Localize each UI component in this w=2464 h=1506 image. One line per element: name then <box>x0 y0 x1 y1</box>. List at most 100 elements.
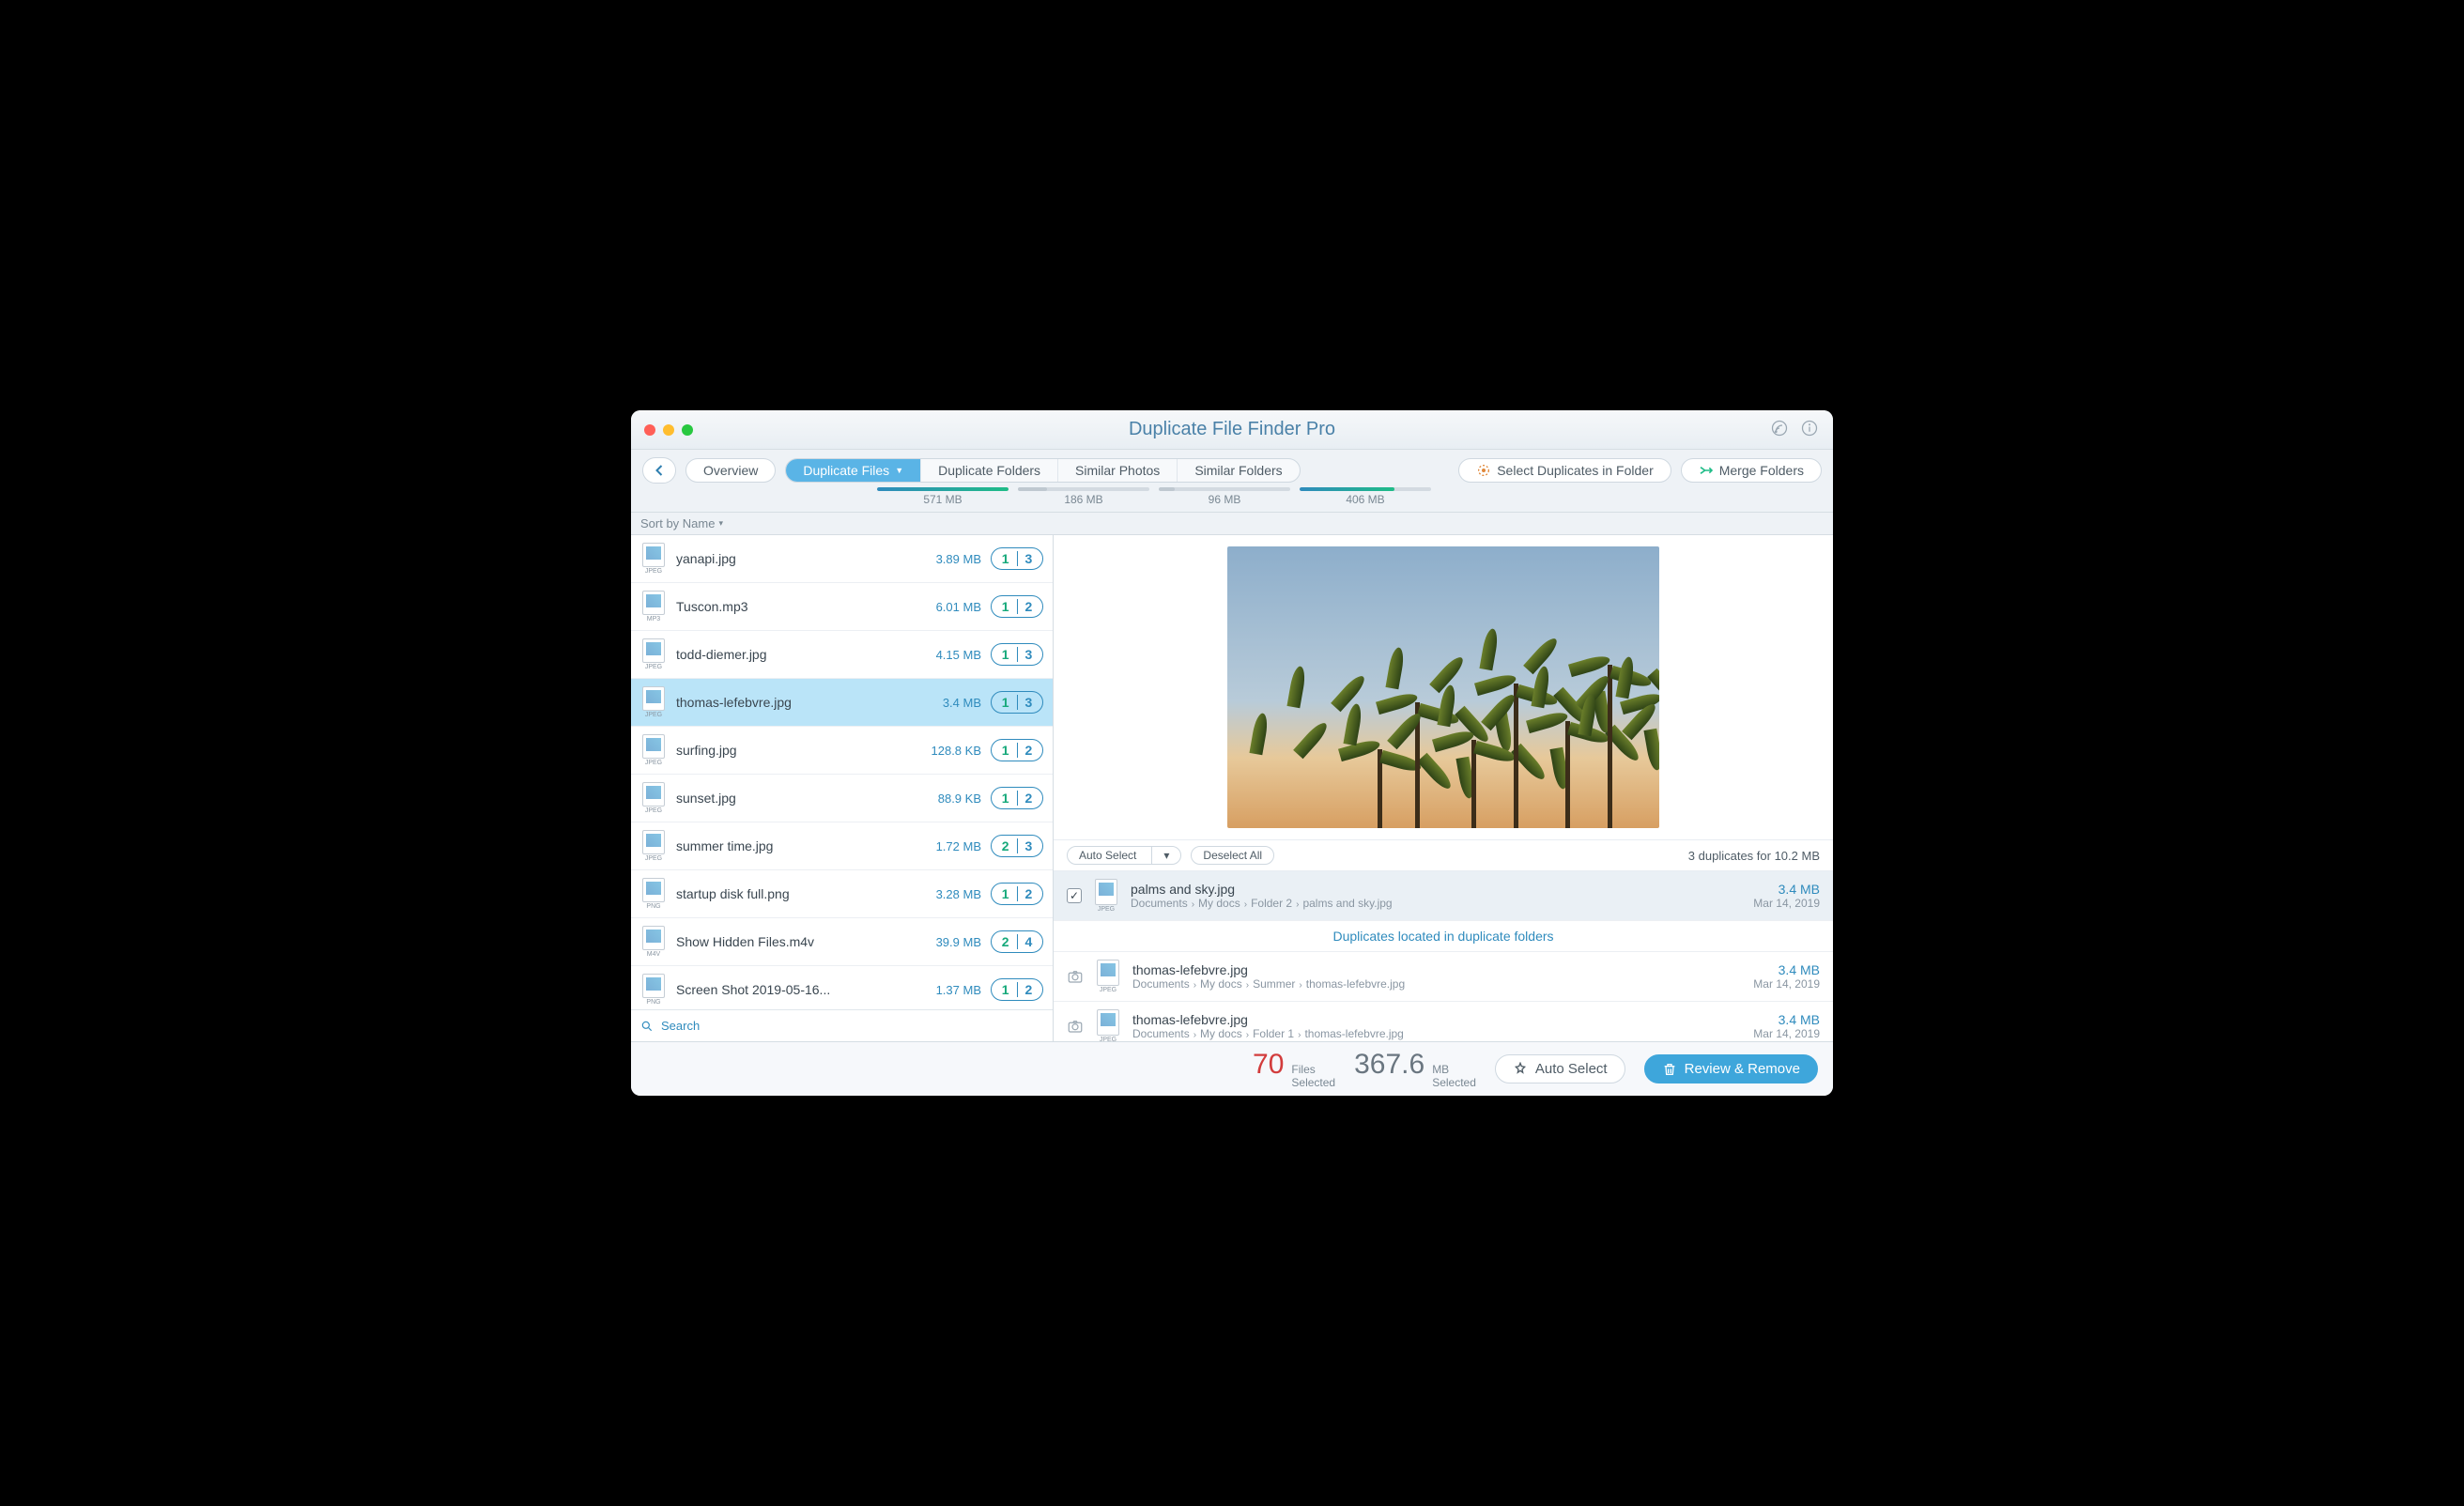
detail-panel: Auto Select▾ Deselect All 3 duplicates f… <box>1054 535 1833 1041</box>
file-icon: JPEG <box>640 638 667 670</box>
file-row[interactable]: JPEG thomas-lefebvre.jpg 3.4 MB 13 <box>631 679 1053 727</box>
file-row[interactable]: PNG Screen Shot 2019-05-16... 1.37 MB 12 <box>631 966 1053 1009</box>
file-row[interactable]: JPEG yanapi.jpg 3.89 MB 13 <box>631 535 1053 583</box>
file-size: 3.89 MB <box>925 552 981 566</box>
duplicate-actions: Auto Select▾ Deselect All 3 duplicates f… <box>1054 839 1833 871</box>
count-badge: 24 <box>991 930 1043 953</box>
file-name: Screen Shot 2019-05-16... <box>676 982 916 997</box>
file-name: startup disk full.png <box>676 886 916 901</box>
image-preview <box>1227 546 1659 828</box>
duplicate-date: Mar 14, 2019 <box>1753 977 1820 991</box>
merge-folders-button[interactable]: Merge Folders <box>1681 458 1822 483</box>
review-remove-button[interactable]: Review & Remove <box>1644 1054 1818 1083</box>
files-selected-stat: 70 FilesSelected <box>1253 1049 1335 1088</box>
file-row[interactable]: JPEG summer time.jpg 1.72 MB 23 <box>631 822 1053 870</box>
count-badge: 23 <box>991 835 1043 857</box>
file-name: Tuscon.mp3 <box>676 599 916 614</box>
count-badge: 12 <box>991 595 1043 618</box>
file-size: 4.15 MB <box>925 648 981 662</box>
file-icon: PNG <box>640 878 667 910</box>
size-bar <box>877 487 1009 491</box>
duplicate-path: Documents›My docs›Summer›thomas-lefebvre… <box>1132 977 1742 991</box>
size-label: 186 MB <box>1064 493 1102 506</box>
duplicate-summary: 3 duplicates for 10.2 MB <box>1688 849 1820 863</box>
file-size: 3.4 MB <box>925 696 981 710</box>
size-bar <box>1300 487 1431 491</box>
count-badge: 12 <box>991 978 1043 1001</box>
file-name: yanapi.jpg <box>676 551 916 566</box>
file-icon: JPEG <box>640 830 667 862</box>
sort-control[interactable]: Sort by Name ▾ <box>631 513 1833 535</box>
duplicate-row[interactable]: JPEG thomas-lefebvre.jpg Documents›My do… <box>1054 1002 1833 1041</box>
file-row[interactable]: JPEG todd-diemer.jpg 4.15 MB 13 <box>631 631 1053 679</box>
file-icon: JPEG <box>640 782 667 814</box>
file-icon: JPEG <box>640 734 667 766</box>
search-input[interactable]: Search <box>631 1009 1053 1041</box>
file-icon: JPEG <box>1095 1009 1121 1041</box>
duplicate-size: 3.4 MB <box>1753 962 1820 977</box>
duplicate-folder-separator: Duplicates located in duplicate folders <box>1054 921 1833 952</box>
tab-duplicate-folders[interactable]: Duplicate Folders <box>920 459 1057 482</box>
duplicate-name: thomas-lefebvre.jpg <box>1132 962 1742 977</box>
file-icon: JPEG <box>1093 879 1119 913</box>
duplicate-row[interactable]: ✓ JPEG palms and sky.jpg Documents›My do… <box>1054 871 1833 921</box>
camera-icon[interactable] <box>1067 1018 1084 1035</box>
file-size: 1.72 MB <box>925 839 981 853</box>
rss-icon[interactable] <box>1771 420 1788 439</box>
back-button[interactable] <box>642 457 676 484</box>
duplicate-date: Mar 14, 2019 <box>1753 897 1820 910</box>
checkbox[interactable]: ✓ <box>1067 888 1082 903</box>
camera-icon[interactable] <box>1067 968 1084 985</box>
file-sidebar: JPEG yanapi.jpg 3.89 MB 13 MP3 Tuscon.mp… <box>631 535 1054 1041</box>
file-icon: PNG <box>640 974 667 1006</box>
auto-select-dropdown[interactable]: Auto Select▾ <box>1067 846 1181 865</box>
count-badge: 13 <box>991 691 1043 714</box>
file-icon: JPEG <box>640 686 667 718</box>
size-bar <box>1159 487 1290 491</box>
duplicate-path: Documents›My docs›Folder 1›thomas-lefebv… <box>1132 1027 1742 1040</box>
file-size: 88.9 KB <box>925 791 981 806</box>
file-icon: JPEG <box>640 543 667 575</box>
mb-selected-stat: 367.6 MBSelected <box>1354 1049 1476 1088</box>
file-row[interactable]: JPEG surfing.jpg 128.8 KB 12 <box>631 727 1053 775</box>
file-row[interactable]: JPEG sunset.jpg 88.9 KB 12 <box>631 775 1053 822</box>
size-label: 96 MB <box>1209 493 1241 506</box>
duplicate-list: ✓ JPEG palms and sky.jpg Documents›My do… <box>1054 871 1833 1041</box>
chevron-down-icon: ▾ <box>1151 847 1180 864</box>
file-row[interactable]: M4V Show Hidden Files.m4v 39.9 MB 24 <box>631 918 1053 966</box>
file-icon: MP3 <box>640 591 667 622</box>
tab-similar-photos[interactable]: Similar Photos <box>1057 459 1177 482</box>
chevron-down-icon: ▼ <box>895 466 903 475</box>
file-icon: JPEG <box>1095 960 1121 993</box>
footer-auto-select-button[interactable]: Auto Select <box>1495 1054 1625 1083</box>
file-row[interactable]: MP3 Tuscon.mp3 6.01 MB 12 <box>631 583 1053 631</box>
file-size: 39.9 MB <box>925 935 981 949</box>
main-area: JPEG yanapi.jpg 3.89 MB 13 MP3 Tuscon.mp… <box>631 535 1833 1041</box>
tab-similar-folders[interactable]: Similar Folders <box>1177 459 1299 482</box>
file-name: thomas-lefebvre.jpg <box>676 695 916 710</box>
file-size: 3.28 MB <box>925 887 981 901</box>
footer: 70 FilesSelected 367.6 MBSelected Auto S… <box>631 1041 1833 1096</box>
size-label: 571 MB <box>923 493 962 506</box>
category-tabs: Duplicate Files ▼ Duplicate Folders Simi… <box>785 458 1300 483</box>
size-label: 406 MB <box>1346 493 1384 506</box>
count-badge: 13 <box>991 547 1043 570</box>
tab-duplicate-files[interactable]: Duplicate Files ▼ <box>786 459 920 482</box>
file-size: 6.01 MB <box>925 600 981 614</box>
window-title: Duplicate File Finder Pro <box>631 419 1833 440</box>
toolbar: Overview Duplicate Files ▼ Duplicate Fol… <box>631 450 1833 513</box>
count-badge: 12 <box>991 883 1043 905</box>
overview-button[interactable]: Overview <box>685 458 776 483</box>
file-row[interactable]: PNG startup disk full.png 3.28 MB 12 <box>631 870 1053 918</box>
titlebar: Duplicate File Finder Pro <box>631 410 1833 450</box>
count-badge: 12 <box>991 739 1043 761</box>
size-bar <box>1018 487 1149 491</box>
deselect-all-button[interactable]: Deselect All <box>1191 846 1274 865</box>
info-icon[interactable] <box>1801 420 1818 439</box>
count-badge: 12 <box>991 787 1043 809</box>
file-list[interactable]: JPEG yanapi.jpg 3.89 MB 13 MP3 Tuscon.mp… <box>631 535 1053 1009</box>
chevron-down-icon: ▾ <box>718 518 723 529</box>
select-duplicates-button[interactable]: Select Duplicates in Folder <box>1458 458 1671 483</box>
file-name: todd-diemer.jpg <box>676 647 916 662</box>
duplicate-row[interactable]: JPEG thomas-lefebvre.jpg Documents›My do… <box>1054 952 1833 1002</box>
